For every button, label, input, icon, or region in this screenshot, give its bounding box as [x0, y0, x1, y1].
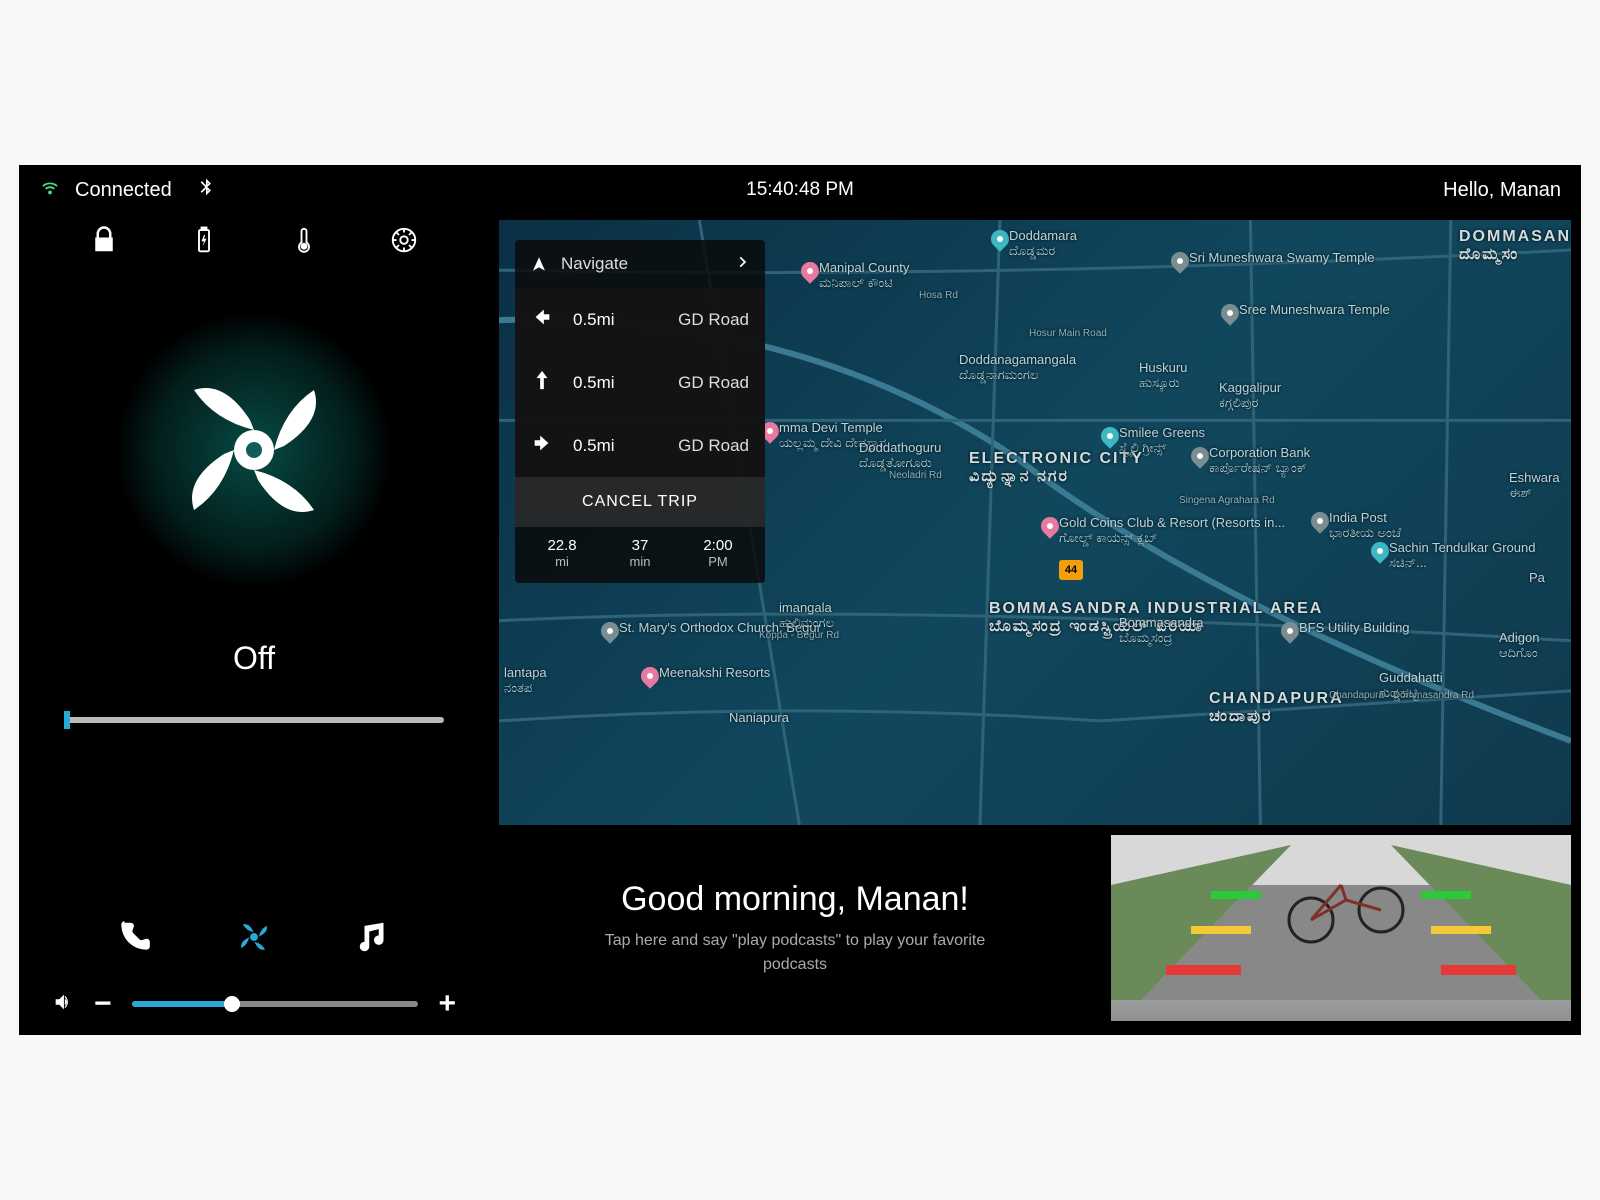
step-road: GD Road [678, 373, 749, 393]
infotainment-screen: Connected 15:40:48 PM Hello, Manan [19, 165, 1581, 1035]
nav-steps-list: 0.5mi GD Road 0.5mi GD Road 0.5mi GD Road [515, 288, 765, 477]
cancel-trip-button[interactable]: CANCEL TRIP [515, 477, 765, 527]
left-panel: Off − + [44, 225, 464, 1021]
trip-summary: 22.8mi 37min 2:00PM [515, 527, 765, 583]
fan-glow [114, 310, 394, 590]
map-place-label: Doddamaraದೊಡ್ಡಮರ [1009, 228, 1077, 259]
climate-tab[interactable] [235, 918, 273, 961]
music-tab[interactable] [355, 918, 393, 961]
map-place-label: Huskuruಹುಸ್ಕೂರು [1139, 360, 1187, 391]
map-road-label: Neoladri Rd [889, 470, 942, 481]
connection-status: Connected [75, 179, 172, 202]
fan-slider-thumb[interactable] [64, 711, 70, 729]
volume-thumb[interactable] [224, 996, 240, 1012]
navigation-card: Navigate 0.5mi GD Road 0.5mi GD Road 0.5mi GD… [515, 240, 765, 583]
volume-up-button[interactable]: + [438, 987, 456, 1021]
map-place-label: Bommasandraಬೊಮ್ಮಸಂದ್ರ [1119, 615, 1204, 646]
phone-tab[interactable] [115, 918, 153, 961]
map-place-label: Sachin Tendulkar Groundಸಚಿನ್... [1389, 540, 1535, 571]
fan-speed-slider[interactable] [64, 717, 444, 723]
camera-overlay [1111, 835, 1571, 1000]
step-distance: 0.5mi [573, 373, 615, 393]
map-place-label: imangalaಹುಲಿಮಂಗಲ [779, 600, 834, 631]
fan-icon [154, 350, 354, 550]
greeting-heading: Good morning, Manan! [621, 880, 969, 919]
trip-distance: 22.8mi [547, 537, 576, 569]
highway-shield: 44 [1059, 560, 1083, 580]
map-place-label: Sri Muneshwara Swamy Temple [1189, 250, 1374, 265]
status-left: Connected [39, 176, 216, 204]
turn-left-icon [531, 306, 553, 333]
turn-straight-icon [531, 369, 553, 396]
clock: 15:40:48 PM [746, 179, 854, 201]
lock-icon[interactable] [89, 225, 119, 260]
volume-slider[interactable] [132, 1001, 419, 1007]
step-distance: 0.5mi [573, 310, 615, 330]
volume-down-button[interactable]: − [94, 987, 112, 1021]
trip-time: 37min [630, 537, 651, 569]
step-road: GD Road [678, 436, 749, 456]
map-road-label: Singena Agrahara Rd [1179, 495, 1275, 506]
nav-title: Navigate [561, 254, 628, 274]
map-road-label: Hosur Main Road [1029, 328, 1107, 339]
bluetooth-icon [196, 176, 216, 204]
map-place-label: Naniapura [729, 710, 789, 725]
rear-camera-view[interactable] [1111, 835, 1571, 1021]
map-place-label: BFS Utility Building [1299, 620, 1410, 635]
map-place-label: CHANDAPURAಚಂದಾಪುರ [1209, 690, 1344, 726]
climate-display: Off [44, 310, 464, 723]
vehicle-status-icons [44, 225, 464, 280]
speaker-icon [52, 991, 74, 1018]
map-place-label: India Postಭಾರತೀಯ ಅಂಚೆ [1329, 510, 1401, 541]
top-bar: Connected 15:40:48 PM Hello, Manan [19, 165, 1581, 215]
volume-control: − + [44, 987, 464, 1021]
map-place-label: Kaggalipurಕಗ್ಗಲಿಪುರ [1219, 380, 1281, 411]
temperature-icon[interactable] [289, 225, 319, 260]
wifi-icon [39, 176, 61, 204]
map-road-label: Koppa - Begur Rd [759, 630, 839, 641]
map-place-label: Gold Coins Club & Resort (Resorts in...ಗ… [1059, 515, 1285, 546]
voice-assistant-prompt[interactable]: Good morning, Manan! Tap here and say "p… [499, 835, 1091, 1021]
turn-right-icon [531, 432, 553, 459]
chevron-right-icon [735, 254, 749, 274]
map-place-label: Eshwaraಈಶ್ [1509, 470, 1560, 501]
nav-step[interactable]: 0.5mi GD Road [515, 414, 765, 477]
map-place-label: Manipal Countyಮನಿಪಾಲ್ ಕೌಂಟಿ [819, 260, 909, 291]
nav-step[interactable]: 0.5mi GD Road [515, 288, 765, 351]
climate-status: Off [233, 640, 275, 677]
map-road-label: Chandapura - Dommasandra Rd [1329, 690, 1474, 701]
map-view[interactable]: Doddamaraದೊಡ್ಡಮರ Manipal Countyಮನಿಪಾಲ್ ಕೌ… [499, 220, 1571, 825]
nav-step[interactable]: 0.5mi GD Road [515, 351, 765, 414]
map-place-label: Adigonಆದಿಗೊಂ [1499, 630, 1539, 661]
step-road: GD Road [678, 310, 749, 330]
map-place-label: Sree Muneshwara Temple [1239, 302, 1390, 317]
map-place-label: Doddathoguruದೊಡ್ಡತೋಗೂರು [859, 440, 941, 471]
bottom-area: Good morning, Manan! Tap here and say "p… [499, 835, 1571, 1021]
app-tabs [44, 918, 464, 961]
map-place-label: Pa [1529, 570, 1545, 585]
map-place-label: lantapaನಂತಪ [504, 665, 547, 696]
map-place-label: Doddanagamangalaದೊಡ್ಡನಾಗಮಂಗಲ [959, 352, 1076, 383]
tire-icon[interactable] [389, 225, 419, 260]
map-place-label: Meenakshi Resorts [659, 665, 770, 680]
map-place-label: DOMMASANದೊಮ್ಮಸಂ [1459, 228, 1571, 264]
greeting-subtext: Tap here and say "play podcasts" to play… [585, 929, 1005, 977]
map-place-label: ELECTRONIC CITYವಿದ್ಯುನ್ನಾನ ನಗರ [969, 450, 1144, 486]
map-road-label: Hosa Rd [919, 290, 958, 301]
battery-icon[interactable] [189, 225, 219, 260]
step-distance: 0.5mi [573, 436, 615, 456]
map-place-label: Corporation Bankಕಾರ್ಪೊರೇಷನ್ ಬ್ಯಾಂಕ್ [1209, 445, 1310, 476]
navigate-icon [531, 256, 547, 272]
user-greeting: Hello, Manan [1443, 179, 1561, 202]
nav-header[interactable]: Navigate [515, 240, 765, 288]
trip-eta: 2:00PM [703, 537, 732, 569]
